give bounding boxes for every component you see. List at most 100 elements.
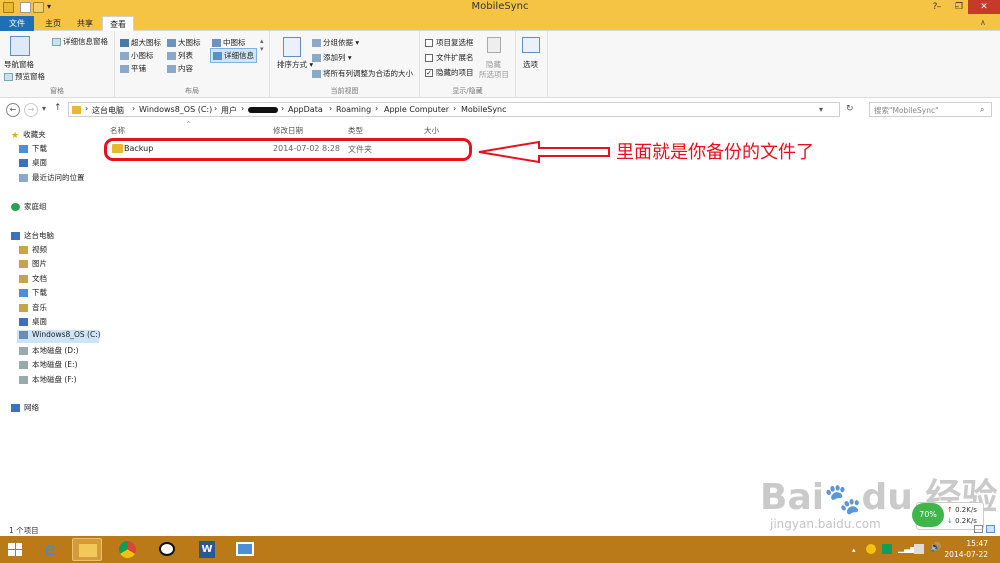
memory-gauge[interactable]: 70% (912, 503, 944, 527)
photo-viewer-icon[interactable] (230, 538, 260, 561)
group-options: 选项 (516, 31, 548, 98)
chrome-icon[interactable] (112, 538, 142, 561)
music-icon (19, 304, 28, 312)
tab-home[interactable]: 主页 (38, 16, 68, 31)
up-button[interactable]: ↑ (54, 103, 62, 113)
column-headers: 名称 ^ 修改日期 类型 大小 (104, 121, 494, 138)
details-pane-button[interactable]: 详细信息窗格 (52, 36, 108, 47)
nav-drive-e[interactable]: 本地磁盘 (E:) (19, 359, 78, 372)
ie-icon[interactable]: e (35, 538, 65, 561)
weibo-icon[interactable] (152, 538, 182, 561)
layout-tiles[interactable]: 平铺 (120, 63, 146, 74)
breadcrumb-apple-computer[interactable]: Apple Computer (384, 105, 449, 114)
item-checkboxes-toggle[interactable]: 项目复选框 (425, 37, 474, 48)
upload-arrow-icon: ↑ (947, 506, 953, 514)
tab-share[interactable]: 共享 (70, 16, 100, 31)
recent-places-icon (19, 174, 28, 182)
nav-homegroup[interactable]: 家庭组 (11, 201, 47, 214)
hidden-items-toggle[interactable]: ✓ 隐藏的项目 (425, 67, 474, 78)
nav-pictures[interactable]: 图片 (19, 258, 47, 271)
minimize-button[interactable]: – (928, 0, 950, 14)
drive-icon (19, 361, 28, 369)
search-input[interactable]: 搜索"MobileSync" (869, 102, 992, 117)
checkbox-icon (425, 54, 433, 62)
column-size[interactable]: 大小 (424, 125, 439, 136)
tray-app-icon[interactable] (866, 544, 876, 554)
tab-view[interactable]: 查看 (102, 16, 134, 31)
desktop-icon (19, 159, 28, 167)
breadcrumb-this-pc[interactable]: 这台电脑 (92, 105, 124, 116)
layout-xl-icons[interactable]: 超大图标 (120, 37, 161, 48)
tray-expand-icon[interactable]: ▴ (852, 546, 856, 554)
details-pane-icon (52, 38, 61, 46)
add-columns-button[interactable]: 添加列 ▾ (312, 52, 352, 63)
large-icons-view-icon[interactable] (986, 525, 995, 533)
nav-music[interactable]: 音乐 (19, 302, 47, 315)
breadcrumb-mobilesync[interactable]: MobileSync (461, 105, 507, 114)
breadcrumb-drive-c[interactable]: Windows8_OS (C:) (139, 105, 212, 114)
layout-large-icons[interactable]: 大图标 (167, 37, 201, 48)
nav-drive-d[interactable]: 本地磁盘 (D:) (19, 345, 79, 358)
nav-desktop[interactable]: 桌面 (19, 157, 47, 170)
tray-security-icon[interactable] (882, 544, 892, 554)
watermark-url: jingyan.baidu.com (770, 517, 881, 531)
flag-icon[interactable] (914, 544, 924, 554)
clock[interactable]: 15:47 2014-07-22 (944, 538, 988, 560)
tab-file[interactable]: 文件 (0, 16, 34, 31)
options-button[interactable]: 选项 (523, 59, 538, 70)
documents-icon (19, 275, 28, 283)
preview-pane-button[interactable]: 预览窗格 (4, 71, 45, 82)
checkmark-icon: ✓ (425, 69, 433, 77)
navigation-pane-button[interactable]: 导航窗格 (4, 59, 34, 70)
clock-date: 2014-07-22 (944, 550, 988, 559)
details-icon (213, 52, 222, 60)
layout-medium-icons[interactable]: 中图标 (212, 37, 246, 48)
medium-icons-icon (212, 39, 221, 47)
word-icon[interactable]: W (192, 538, 222, 561)
layout-details[interactable]: 详细信息 (210, 48, 257, 63)
column-type[interactable]: 类型 (348, 125, 363, 136)
nav-documents[interactable]: 文档 (19, 273, 47, 286)
group-label: 显示/隐藏 (452, 87, 483, 95)
upload-speed: ↑ 0.2K/s (947, 506, 977, 514)
group-by-button[interactable]: 分组依据 ▾ (312, 37, 359, 48)
forward-button[interactable]: → (24, 103, 38, 117)
nav-drive-c[interactable]: Windows8_OS (C:) (17, 330, 101, 343)
nav-network[interactable]: 网络 (11, 402, 39, 415)
nav-favorites[interactable]: ★ 收藏夹 (11, 129, 46, 142)
layout-content[interactable]: 内容 (167, 63, 193, 74)
breadcrumb-users[interactable]: 用户 (221, 105, 237, 116)
address-bar[interactable]: › 这台电脑 › Windows8_OS (C:) › 用户 › › AppDa… (68, 102, 840, 117)
fit-columns-button[interactable]: 将所有列调整为合适的大小 (312, 68, 413, 79)
file-explorer-icon[interactable] (72, 538, 102, 561)
address-dropdown-icon[interactable]: ▾ (819, 105, 823, 114)
nav-recent[interactable]: 最近访问的位置 (19, 172, 85, 185)
start-icon[interactable] (8, 543, 22, 556)
nav-drive-f[interactable]: 本地磁盘 (F:) (19, 374, 77, 387)
maximize-button[interactable]: ❐ (948, 0, 970, 14)
details-view-icon[interactable] (974, 525, 983, 533)
selected-items-label: 所选项目 (479, 70, 509, 79)
nav-downloads[interactable]: 下载 (19, 143, 47, 156)
breadcrumb-appdata[interactable]: AppData (288, 105, 323, 114)
recent-locations-icon[interactable]: ▾ (42, 104, 46, 113)
column-name[interactable]: 名称 (110, 125, 125, 136)
redacted-username[interactable] (248, 107, 278, 113)
layout-scroll-icon[interactable]: ▴ ▾ (260, 37, 264, 53)
close-button[interactable]: ✕ (968, 0, 1000, 14)
nav-videos[interactable]: 视频 (19, 244, 47, 257)
sort-by-button[interactable]: 排序方式 ▾ (277, 59, 313, 70)
expand-ribbon-icon[interactable]: ∧ (980, 18, 986, 27)
window-title: MobileSync (471, 1, 529, 12)
nav-desktop-pc[interactable]: 桌面 (19, 316, 47, 329)
file-extensions-toggle[interactable]: 文件扩展名 (425, 52, 474, 63)
back-button[interactable]: ← (6, 103, 20, 117)
refresh-icon[interactable]: ↻ (846, 104, 854, 114)
breadcrumb-roaming[interactable]: Roaming (336, 105, 371, 114)
nav-downloads-pc[interactable]: 下载 (19, 287, 47, 300)
layout-list[interactable]: 列表 (167, 50, 193, 61)
nav-this-pc[interactable]: 这台电脑 (11, 230, 54, 243)
column-modified[interactable]: 修改日期 (273, 125, 303, 136)
volume-icon[interactable]: 🔊 (930, 543, 941, 553)
layout-small-icons[interactable]: 小图标 (120, 50, 154, 61)
